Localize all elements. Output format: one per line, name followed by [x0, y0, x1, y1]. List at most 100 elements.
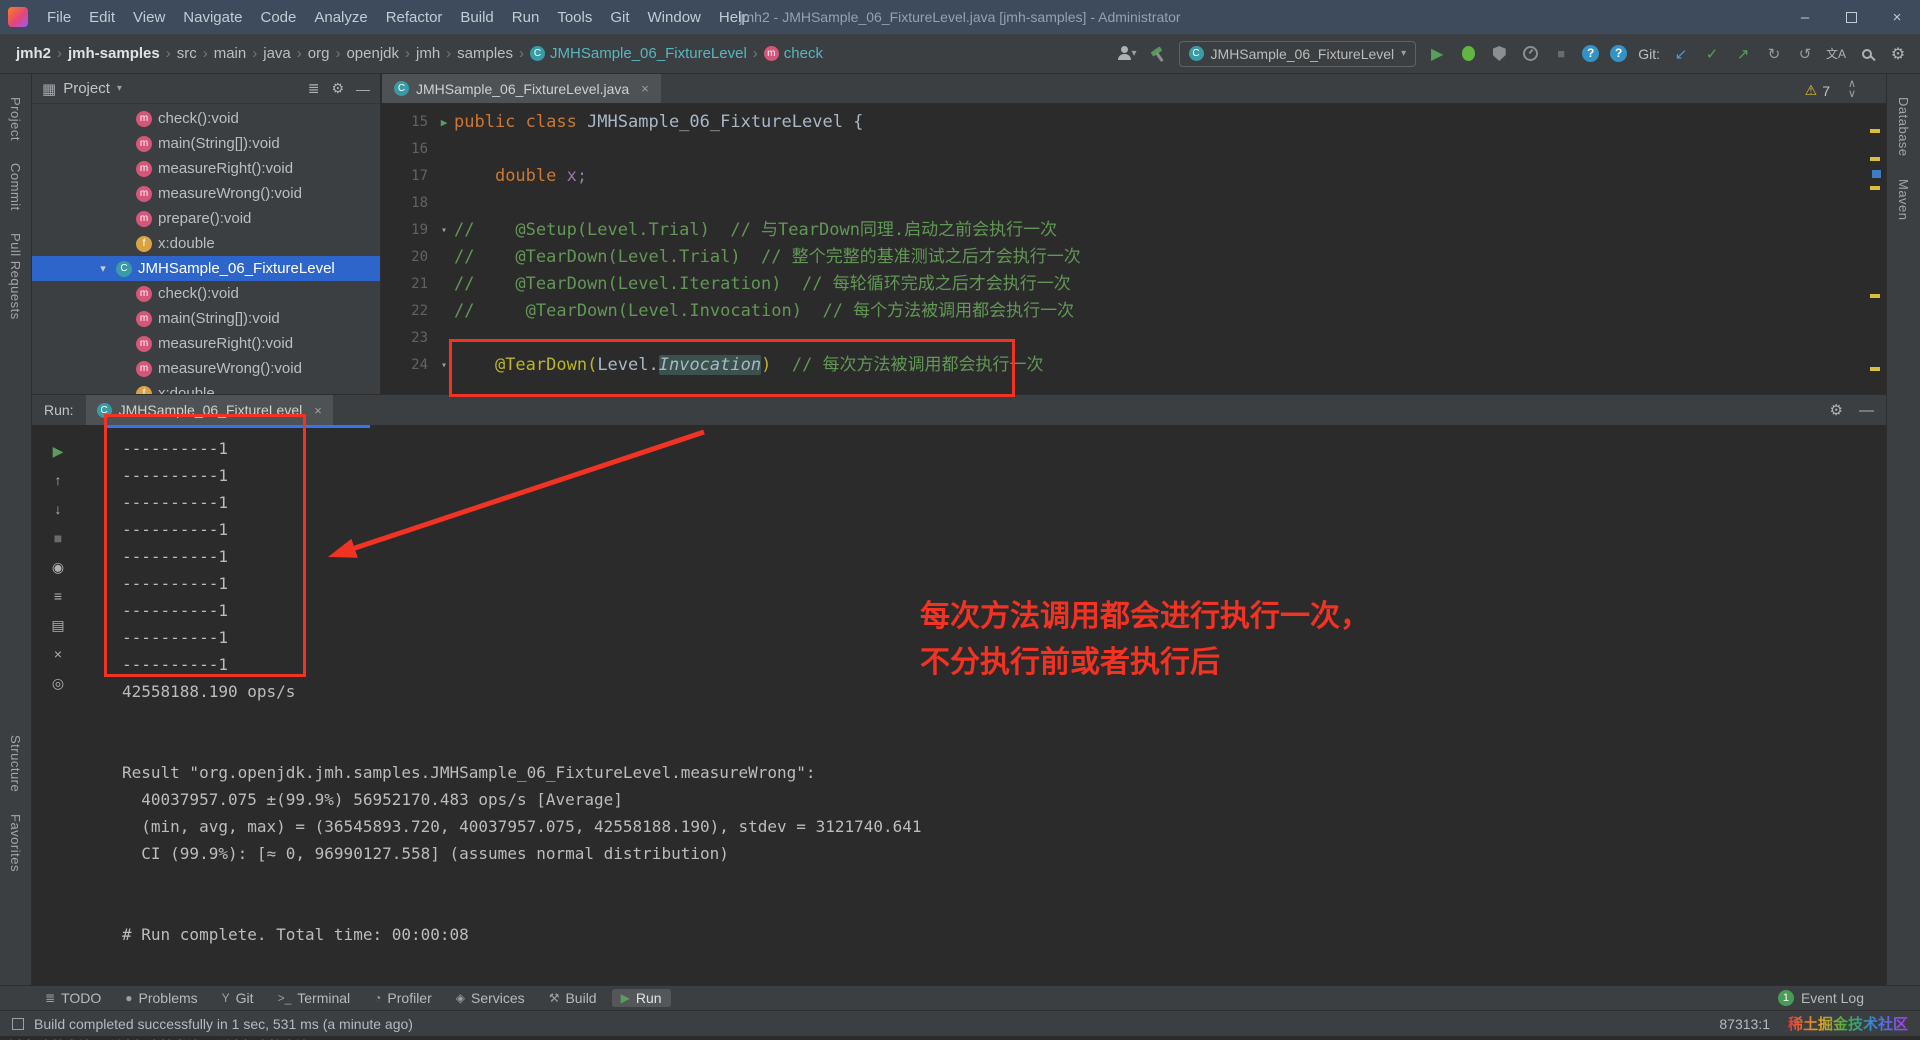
- menu-edit[interactable]: Edit: [80, 5, 124, 30]
- run-button[interactable]: ▶: [1427, 43, 1447, 65]
- coverage-button[interactable]: [1489, 43, 1509, 65]
- tree-item-main-string-void[interactable]: m main(String[]):void: [32, 131, 380, 156]
- menu-build[interactable]: Build: [451, 5, 502, 30]
- tool-stripe-database[interactable]: Database: [1896, 86, 1911, 168]
- run-line-icon[interactable]: ▶: [434, 109, 454, 136]
- tree-item-check-void[interactable]: m check():void: [32, 106, 380, 131]
- background-tasks-icon[interactable]: [12, 1017, 24, 1030]
- tree-item-jmhsample-06-fixturelevel[interactable]: ▾ C JMHSample_06_FixtureLevel: [32, 256, 380, 281]
- toolwindow-tab-git[interactable]: Y Git: [213, 989, 263, 1007]
- toolwindow-tab-terminal[interactable]: >_ Terminal: [269, 989, 360, 1007]
- close-icon[interactable]: ×: [641, 81, 649, 96]
- chevron-down-icon[interactable]: ▾: [117, 83, 122, 94]
- breadcrumb-org[interactable]: org: [304, 43, 334, 64]
- caret-position[interactable]: 87313:1: [1719, 1016, 1770, 1032]
- toolwindow-tab-run[interactable]: ▶ Run: [611, 989, 671, 1007]
- menu-code[interactable]: Code: [251, 5, 305, 30]
- breadcrumb-jmh-samples[interactable]: jmh-samples: [64, 43, 164, 64]
- breadcrumb-samples[interactable]: samples: [453, 43, 517, 64]
- expand-collapse-icon[interactable]: ≣: [308, 80, 320, 97]
- breadcrumb-jmhsample-06-fixturelevel[interactable]: C JMHSample_06_FixtureLevel: [526, 43, 751, 64]
- menu-git[interactable]: Git: [601, 5, 638, 30]
- tree-item-x-double[interactable]: f x:double: [32, 381, 380, 394]
- tree-item-measurewrong-void[interactable]: m measureWrong():void: [32, 181, 380, 206]
- menu-run[interactable]: Run: [503, 5, 549, 30]
- collaboration-menu[interactable]: ▾: [1116, 43, 1137, 65]
- tool-stripe-commit[interactable]: Commit: [8, 152, 23, 222]
- rerun-button[interactable]: ▶: [46, 441, 70, 461]
- tool-stripe-structure[interactable]: Structure: [8, 724, 23, 803]
- hide-panel-icon[interactable]: —: [1859, 402, 1874, 419]
- settings-button[interactable]: ⚙: [1888, 43, 1908, 65]
- fold-icon[interactable]: ▾: [434, 217, 454, 244]
- close-button[interactable]: ×: [1874, 0, 1920, 34]
- git-update-button[interactable]: ↙: [1671, 43, 1691, 65]
- scroll-up-button[interactable]: ↑: [46, 470, 70, 490]
- run-configuration-select[interactable]: C JMHSample_06_FixtureLevel ▾: [1178, 40, 1417, 67]
- translate-icon[interactable]: 文A: [1826, 43, 1846, 65]
- hide-panel-icon[interactable]: —: [356, 81, 370, 97]
- toolwindow-tab-todo[interactable]: ≣ TODO: [36, 989, 110, 1007]
- clear-all-button[interactable]: ×: [46, 644, 70, 664]
- close-icon[interactable]: ×: [314, 403, 322, 418]
- menu-navigate[interactable]: Navigate: [174, 5, 251, 30]
- git-commit-button[interactable]: ✓: [1702, 43, 1722, 65]
- breadcrumb-check[interactable]: m check: [760, 43, 827, 64]
- git-rollback-button[interactable]: ↺: [1795, 43, 1815, 65]
- fold-icon[interactable]: ▾: [434, 352, 454, 379]
- print-button[interactable]: ▤: [46, 615, 70, 635]
- maximize-button[interactable]: [1828, 0, 1874, 34]
- menu-file[interactable]: File: [38, 5, 80, 30]
- settings-icon[interactable]: ⚙: [1830, 401, 1843, 419]
- expand-arrow-icon[interactable]: ▾: [96, 262, 110, 275]
- stop-button[interactable]: ■: [46, 528, 70, 548]
- code-area[interactable]: 15 ▶ public class JMHSample_06_FixtureLeve…: [382, 105, 1886, 394]
- toolwindow-tab-services[interactable]: ◈ Services: [447, 989, 534, 1007]
- search-button[interactable]: [1857, 43, 1877, 65]
- tool-stripe-maven[interactable]: Maven: [1896, 168, 1911, 232]
- minimize-button[interactable]: –: [1782, 0, 1828, 34]
- event-log-button[interactable]: 1 Event Log: [1777, 990, 1864, 1006]
- breadcrumb-openjdk[interactable]: openjdk: [342, 43, 403, 64]
- pin-button[interactable]: ◎: [46, 673, 70, 693]
- git-push-button[interactable]: ↗: [1733, 43, 1753, 65]
- tool-stripe-project[interactable]: Project: [8, 86, 23, 152]
- settings-icon[interactable]: ⚙: [331, 80, 344, 97]
- menu-view[interactable]: View: [124, 5, 174, 30]
- restore-layout-button[interactable]: ≡: [46, 586, 70, 606]
- tool-stripe-favorites[interactable]: Favorites: [8, 803, 23, 883]
- build-project-button[interactable]: [1148, 43, 1168, 65]
- search-everywhere-button[interactable]: ?: [1610, 45, 1628, 62]
- tree-item-measurewrong-void[interactable]: m measureWrong():void: [32, 356, 380, 381]
- tree-item-measureright-void[interactable]: m measureRight():void: [32, 156, 380, 181]
- stop-button[interactable]: ■: [1551, 43, 1571, 65]
- tree-item-measureright-void[interactable]: m measureRight():void: [32, 331, 380, 356]
- breadcrumb-jmh[interactable]: jmh: [412, 43, 444, 64]
- inspection-widget[interactable]: ⚠ 7: [1805, 82, 1830, 99]
- next-prev-error-buttons[interactable]: ∧ ∨: [1848, 79, 1856, 100]
- screenshot-button[interactable]: ◉: [46, 557, 70, 577]
- menu-tools[interactable]: Tools: [548, 5, 601, 30]
- console-output[interactable]: ----------1 ----------1 ----------1 -------…: [122, 435, 1866, 977]
- profiler-button[interactable]: [1520, 43, 1540, 65]
- breadcrumb-jmh2[interactable]: jmh2: [12, 43, 55, 64]
- breadcrumb-main[interactable]: main: [210, 43, 251, 64]
- scroll-down-button[interactable]: ↓: [46, 499, 70, 519]
- debug-button[interactable]: [1458, 43, 1478, 65]
- tree-item-x-double[interactable]: f x:double: [32, 231, 380, 256]
- menu-refactor[interactable]: Refactor: [377, 5, 452, 30]
- help-button[interactable]: ?: [1582, 45, 1600, 62]
- tree-item-prepare-void[interactable]: m prepare():void: [32, 206, 380, 231]
- git-history-button[interactable]: ↻: [1764, 43, 1784, 65]
- tool-stripe-pull-requests[interactable]: Pull Requests: [8, 222, 23, 331]
- editor-tab[interactable]: C JMHSample_06_FixtureLevel.java ×: [382, 74, 661, 103]
- tree-item-check-void[interactable]: m check():void: [32, 281, 380, 306]
- tree-item-main-string-void[interactable]: m main(String[]):void: [32, 306, 380, 331]
- project-panel-title[interactable]: Project: [63, 80, 110, 97]
- run-tab[interactable]: C JMHSample_06_FixtureLevel ×: [85, 395, 333, 425]
- toolwindow-tab-profiler[interactable]: ◔ Profiler: [365, 989, 441, 1007]
- breadcrumb-java[interactable]: java: [259, 43, 295, 64]
- breadcrumb-src[interactable]: src: [173, 43, 201, 64]
- toolwindow-tab-problems[interactable]: ● Problems: [116, 989, 206, 1007]
- menu-analyze[interactable]: Analyze: [305, 5, 376, 30]
